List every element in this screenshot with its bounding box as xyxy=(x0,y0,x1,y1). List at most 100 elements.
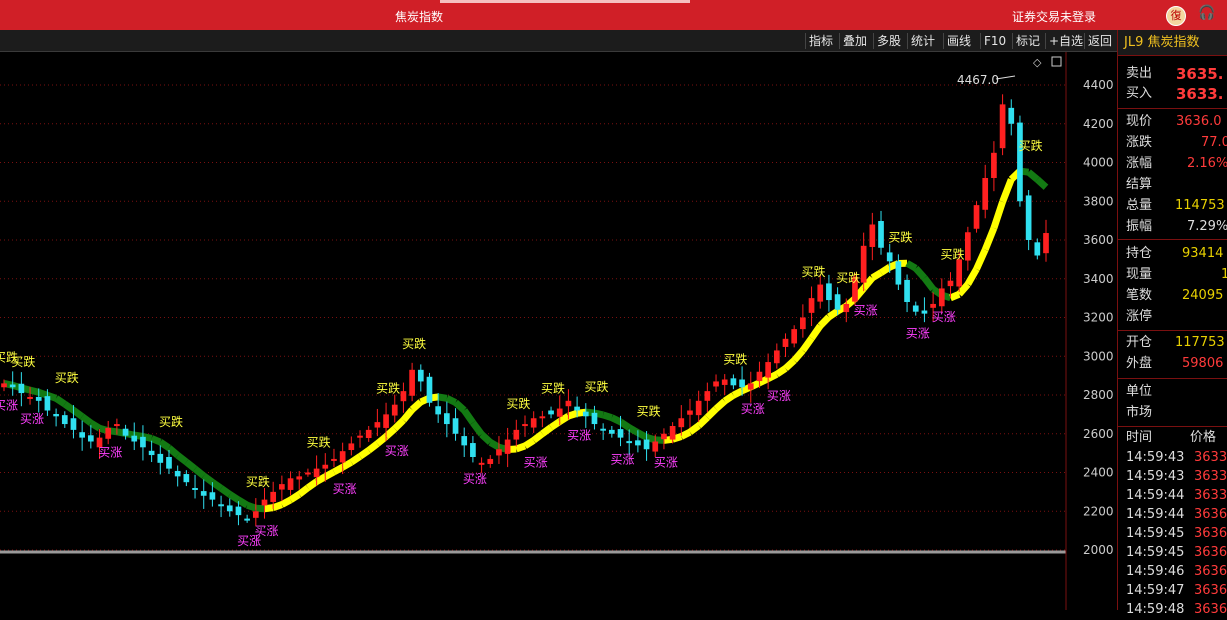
buy-fall-signal: 买跌 xyxy=(723,351,747,366)
toolbar-draw-button[interactable]: 画线 xyxy=(943,33,974,49)
toolbar-multi-stock-button[interactable]: 多股 xyxy=(873,33,904,49)
diamond-icon[interactable]: ◇ xyxy=(1033,56,1042,69)
candle-body xyxy=(357,436,363,438)
ma-segment xyxy=(872,273,881,278)
ma-segment xyxy=(186,462,195,469)
candle-body xyxy=(27,397,33,399)
ma-segment xyxy=(412,402,421,410)
candle-body xyxy=(392,405,398,416)
candle-body xyxy=(71,418,77,430)
ma-segment xyxy=(56,398,65,404)
ma-segment xyxy=(221,488,230,494)
candle-body xyxy=(479,463,485,465)
buy-fall-signal: 买跌 xyxy=(888,230,912,245)
toolbar-f10-button[interactable]: F10 xyxy=(980,33,1009,49)
candle-body xyxy=(331,459,337,461)
divider xyxy=(1118,108,1227,109)
login-status-link[interactable]: 证券交易未登录 xyxy=(1012,8,1096,25)
ma-segment xyxy=(247,505,256,508)
candle-body xyxy=(201,491,207,496)
tick-price: 3636. xyxy=(1194,543,1227,563)
candle-body xyxy=(600,429,606,431)
candle-body xyxy=(19,384,25,393)
ma-segment xyxy=(621,422,630,428)
ma-segment xyxy=(551,422,560,428)
ma-segment xyxy=(924,278,933,289)
toolbar-statistics-button[interactable]: 统计 xyxy=(907,33,938,49)
ma-segment xyxy=(317,477,326,482)
ma-segment xyxy=(438,397,447,398)
candle-body xyxy=(982,178,988,210)
toolbar-indicator-button[interactable]: 指标 xyxy=(805,33,836,49)
buy-value: 3633. xyxy=(1176,84,1223,104)
ma-segment xyxy=(282,500,291,505)
ma-segment xyxy=(291,494,300,500)
candle-body xyxy=(401,391,407,401)
toolbar-back-button[interactable]: 返回 xyxy=(1084,33,1115,49)
ma-segment xyxy=(803,338,812,350)
ma-segment xyxy=(786,360,795,368)
candle-body xyxy=(1026,195,1032,240)
buy-rise-signal: 买涨 xyxy=(98,445,122,460)
pct-row: 涨幅2.16% xyxy=(1126,154,1227,174)
candle-body xyxy=(305,473,311,475)
toolbar-overlay-button[interactable]: 叠加 xyxy=(839,33,870,49)
curvol-row: 现量1 xyxy=(1126,265,1227,285)
candle-body xyxy=(531,418,537,427)
ma-segment xyxy=(39,392,48,395)
tick-price: 3633. xyxy=(1194,467,1227,487)
ma-segment xyxy=(707,409,716,418)
ma-segment xyxy=(482,434,491,442)
candle-body xyxy=(548,411,554,415)
unit-row: 单位 xyxy=(1126,382,1227,402)
candle-body xyxy=(192,488,198,490)
candle-body xyxy=(705,391,711,401)
change-label: 涨跌 xyxy=(1126,133,1166,153)
candle-body xyxy=(279,484,285,489)
y-tick-label: 2200 xyxy=(1083,504,1114,518)
candle-body xyxy=(765,362,771,378)
buy-fall-signal: 买跌 xyxy=(541,380,565,395)
tick-time: 14:59:44 xyxy=(1126,486,1192,506)
broker-logo-icon[interactable]: 復 xyxy=(1166,6,1186,26)
buy-rise-signal: 买涨 xyxy=(385,443,409,458)
y-tick-label: 3200 xyxy=(1083,311,1114,325)
candle-body xyxy=(652,442,658,452)
ma-segment xyxy=(647,437,656,439)
toolbar-mark-button[interactable]: 标记 xyxy=(1012,33,1043,49)
candle-body xyxy=(896,261,902,284)
candle-body xyxy=(340,451,346,462)
ma-segment xyxy=(238,500,247,505)
y-tick-label: 2400 xyxy=(1083,466,1114,480)
candle-body xyxy=(435,406,441,414)
ma-segment xyxy=(681,432,690,436)
title-bar: 焦炭指数 证券交易未登录 復 🎧 xyxy=(0,0,1227,30)
panel-toggle-icon[interactable] xyxy=(1052,57,1061,66)
candle-body xyxy=(427,377,433,403)
buy-label: 买入 xyxy=(1126,84,1166,104)
divider xyxy=(1118,426,1227,427)
candle-body xyxy=(574,407,580,411)
buy-rise-signal: 买涨 xyxy=(20,411,44,426)
candle-body xyxy=(453,418,459,434)
price-row: 现价3636.0 xyxy=(1126,112,1227,132)
candle-body xyxy=(722,380,728,385)
open-oi-row: 开仓117753 xyxy=(1126,333,1227,353)
kline-chart[interactable]: 买跌买涨买跌买涨买跌买涨买跌买跌买涨买涨买涨买跌买跌买跌买涨买涨买跌买涨买跌买涨… xyxy=(0,52,1117,610)
window-title: 焦炭指数 xyxy=(395,8,443,25)
instrument-code[interactable]: JL9 焦炭指数 xyxy=(1118,30,1227,56)
ma-segment xyxy=(629,428,638,433)
ma-segment xyxy=(716,401,725,409)
ma-segment xyxy=(560,416,569,422)
buy-fall-signal: 买跌 xyxy=(307,435,331,450)
oi-label: 持仓 xyxy=(1126,244,1166,264)
quote-panel: JL9 焦炭指数 卖出3635. 买入3633. 现价3636.0 涨跌77.0… xyxy=(1117,30,1227,610)
buy-fall-signal: 买跌 xyxy=(1019,138,1043,153)
candle-body xyxy=(566,401,572,406)
candle-body xyxy=(800,318,806,330)
ma-segment xyxy=(516,446,525,449)
candle-body xyxy=(1034,242,1040,255)
toolbar-add-watchlist-button[interactable]: +自选 xyxy=(1045,33,1086,49)
headset-icon[interactable]: 🎧 xyxy=(1198,5,1216,23)
tick-row: 14:59:443633. xyxy=(1126,486,1227,506)
